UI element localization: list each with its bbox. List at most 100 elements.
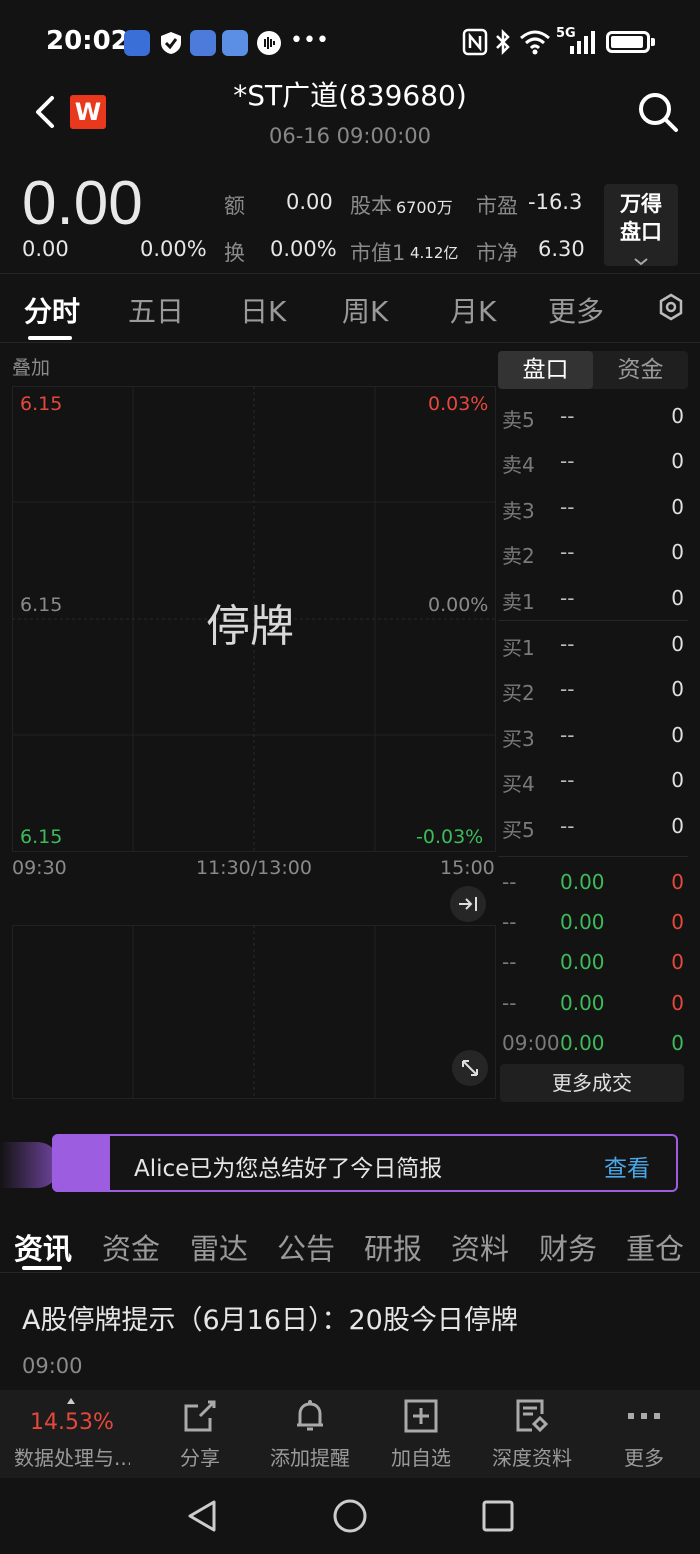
share-cap-value: 6700万 bbox=[396, 198, 453, 217]
divider bbox=[0, 273, 700, 274]
tab-research[interactable]: 研报 bbox=[364, 1226, 422, 1268]
turnover-value: 0.00% bbox=[270, 237, 337, 261]
back-icon[interactable] bbox=[28, 92, 68, 132]
banner-glow bbox=[0, 1142, 60, 1188]
level-price: -- bbox=[560, 813, 575, 838]
tab-funds[interactable]: 资金 bbox=[102, 1226, 160, 1268]
level-volume: 0 bbox=[671, 540, 684, 565]
add-alert-button[interactable]: 添加提醒 bbox=[252, 1396, 368, 1471]
security-check-icon bbox=[158, 30, 184, 60]
expand-icon bbox=[462, 1060, 478, 1076]
add-watchlist-button[interactable]: 加自选 bbox=[363, 1396, 479, 1471]
level-volume: 0 bbox=[671, 677, 684, 702]
nav-home-icon[interactable] bbox=[332, 1498, 368, 1538]
tab-capital[interactable]: 资金 bbox=[593, 351, 688, 389]
fullscreen-button[interactable] bbox=[452, 1050, 488, 1086]
banner-view-link[interactable]: 查看 bbox=[604, 1149, 650, 1183]
deep-info-button[interactable]: 深度资料 bbox=[474, 1396, 590, 1471]
wifi-icon bbox=[518, 28, 552, 60]
tab-announcements[interactable]: 公告 bbox=[277, 1226, 335, 1268]
document-icon bbox=[516, 1399, 549, 1433]
caret-up-icon bbox=[67, 1398, 75, 1404]
trade-row: -- 0.00 0 bbox=[500, 950, 686, 995]
overlay-button[interactable]: 叠加 bbox=[12, 353, 50, 380]
nav-recents-icon[interactable] bbox=[482, 1500, 514, 1536]
more-button[interactable]: 更多 bbox=[586, 1396, 700, 1471]
trade-time: -- bbox=[502, 950, 517, 975]
level-label: 买1 bbox=[502, 636, 535, 660]
bell-icon bbox=[297, 1400, 323, 1431]
audio-icon bbox=[256, 30, 282, 60]
tab-intraday[interactable]: 分时 bbox=[24, 290, 80, 330]
level-price: -- bbox=[560, 722, 575, 747]
pct-axis-top: 0.03% bbox=[428, 393, 489, 415]
trade-time: -- bbox=[502, 910, 517, 935]
y-axis-bottom: 6.15 bbox=[20, 826, 63, 848]
x-axis-end: 15:00 bbox=[440, 857, 495, 879]
tab-monthly-k[interactable]: 月K bbox=[450, 290, 496, 330]
divider bbox=[0, 1272, 700, 1273]
tab-active-indicator bbox=[28, 336, 72, 340]
wande-orderbook-button[interactable]: 万得 盘口 bbox=[604, 184, 678, 266]
level-price: -- bbox=[560, 632, 575, 656]
tab-profile[interactable]: 资料 bbox=[451, 1226, 509, 1268]
y-axis-mid: 6.15 bbox=[20, 594, 63, 616]
divider bbox=[498, 620, 688, 621]
level-price: -- bbox=[560, 404, 575, 428]
pct-axis-bottom: -0.03% bbox=[416, 826, 484, 848]
market-value-label: 市值1 bbox=[350, 241, 406, 265]
level-price: -- bbox=[560, 449, 575, 474]
orderbook-row: 买3 -- 0 bbox=[500, 723, 686, 768]
trade-price: 0.00 bbox=[560, 910, 605, 935]
sector-button[interactable]: 14.53% 数据处理与... bbox=[14, 1396, 130, 1471]
news-tab-indicator bbox=[22, 1266, 62, 1270]
news-title[interactable]: A股停牌提示（6月16日）：20股今日停牌 bbox=[22, 1298, 518, 1337]
search-icon[interactable] bbox=[636, 90, 680, 134]
level-volume: 0 bbox=[671, 449, 684, 474]
trade-price: 0.00 bbox=[560, 950, 605, 975]
tab-news[interactable]: 资讯 bbox=[14, 1226, 72, 1268]
more-label: 更多 bbox=[624, 1446, 664, 1470]
sector-name: 数据处理与... bbox=[14, 1446, 130, 1470]
share-button[interactable]: 分享 bbox=[142, 1396, 258, 1471]
level-volume: 0 bbox=[671, 494, 684, 519]
more-trades-button[interactable]: 更多成交 bbox=[500, 1064, 684, 1102]
orderbook-row: 买2 -- 0 bbox=[500, 677, 686, 722]
trade-volume: 0 bbox=[671, 990, 684, 1015]
divider bbox=[0, 342, 700, 343]
more-notifications-icon: ••• bbox=[290, 28, 329, 53]
tab-radar[interactable]: 雷达 bbox=[190, 1226, 248, 1268]
level-volume: 0 bbox=[671, 722, 684, 747]
x-axis-start: 09:30 bbox=[12, 857, 67, 879]
tab-more[interactable]: 更多 bbox=[548, 290, 604, 330]
level-volume: 0 bbox=[671, 632, 684, 656]
orderbook-row: 买5 -- 0 bbox=[500, 814, 686, 859]
level-price: -- bbox=[560, 677, 575, 702]
trade-row: -- 0.00 0 bbox=[500, 870, 686, 915]
arrow-right-bar-icon bbox=[459, 897, 477, 911]
level-price: -- bbox=[560, 540, 575, 565]
tab-orderbook[interactable]: 盘口 bbox=[498, 351, 593, 389]
battery-tip bbox=[651, 38, 655, 46]
level-volume: 0 bbox=[671, 813, 684, 838]
trade-price: 0.00 bbox=[560, 870, 605, 894]
x-axis-mid: 11:30/13:00 bbox=[196, 857, 312, 879]
tab-financials[interactable]: 财务 bbox=[539, 1226, 597, 1268]
tab-five-day[interactable]: 五日 bbox=[128, 290, 184, 330]
share-label: 分享 bbox=[180, 1446, 220, 1470]
pct-axis-mid: 0.00% bbox=[428, 594, 489, 616]
collapse-orderbook-button[interactable] bbox=[450, 886, 486, 922]
wande-line1: 万得 bbox=[620, 192, 662, 216]
more-dots-icon bbox=[628, 1413, 660, 1419]
level-volume: 0 bbox=[671, 768, 684, 793]
trade-price: 0.00 bbox=[560, 1030, 605, 1055]
price-change-pct: 0.00% bbox=[140, 237, 207, 261]
tab-holdings[interactable]: 重仓 bbox=[626, 1226, 684, 1268]
shield-app-icon bbox=[124, 30, 150, 56]
deep-info-label: 深度资料 bbox=[492, 1446, 572, 1470]
settings-icon[interactable] bbox=[656, 292, 686, 326]
nav-back-icon[interactable] bbox=[184, 1498, 220, 1538]
tab-daily-k[interactable]: 日K bbox=[240, 290, 286, 330]
level-label: 卖4 bbox=[502, 453, 535, 478]
tab-weekly-k[interactable]: 周K bbox=[342, 290, 388, 330]
